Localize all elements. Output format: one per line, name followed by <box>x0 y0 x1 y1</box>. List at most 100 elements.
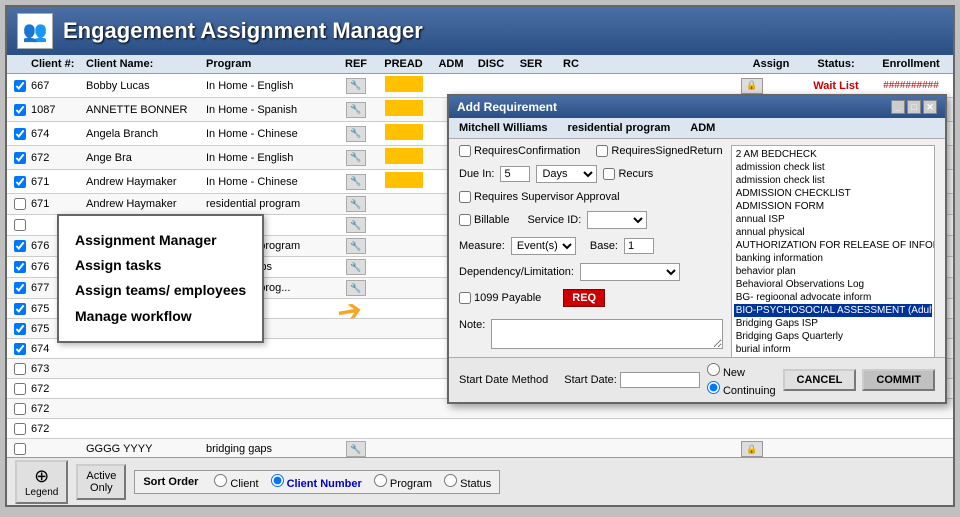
row-checkbox-cell[interactable] <box>9 383 31 395</box>
row-checkbox[interactable] <box>14 240 26 252</box>
sort-client-num-radio[interactable] <box>271 474 284 487</box>
requirement-list-item[interactable]: annual ISP <box>734 213 932 226</box>
row-checkbox[interactable] <box>14 443 26 455</box>
dialog-minimize-btn[interactable]: _ <box>891 100 905 114</box>
payable-label[interactable]: 1099 Payable <box>459 292 541 304</box>
start-date-input[interactable] <box>620 372 700 388</box>
service-id-select[interactable] <box>587 211 647 229</box>
requirement-list-item[interactable]: burial inform <box>734 343 932 356</box>
row-checkbox-cell[interactable] <box>9 303 31 315</box>
requirement-list-item[interactable]: Bridging Gaps ISP <box>734 317 932 330</box>
sort-status-label[interactable]: Status <box>444 474 491 490</box>
requirement-list-item[interactable]: 2 AM BEDCHECK <box>734 148 932 161</box>
measure-select[interactable]: Event(s) Hours <box>511 237 576 255</box>
requirement-list-item[interactable]: BG- regioonal advocate inform <box>734 291 932 304</box>
row-checkbox[interactable] <box>14 104 26 116</box>
row-checkbox[interactable] <box>14 128 26 140</box>
requires-confirmation-checkbox[interactable] <box>459 145 471 157</box>
requirement-list-item[interactable]: AUTHORIZATION FOR RELEASE OF INFORMATION <box>734 239 932 252</box>
sort-client-radio[interactable] <box>214 474 227 487</box>
sort-program-radio[interactable] <box>374 474 387 487</box>
row-checkbox[interactable] <box>14 323 26 335</box>
recurs-checkbox[interactable] <box>603 168 615 180</box>
requirement-list-item[interactable]: admission check list <box>734 161 932 174</box>
row-checkbox-cell[interactable] <box>9 403 31 415</box>
sort-client-num-label[interactable]: Client Number <box>271 474 362 490</box>
cell-assign[interactable]: 🔒 <box>741 78 801 94</box>
row-checkbox[interactable] <box>14 303 26 315</box>
requirement-list-item[interactable]: admission check list <box>734 174 932 187</box>
dialog-left-panel: RequiresConfirmation RequiresSignedRetur… <box>459 145 723 369</box>
dialog-close-btn[interactable]: ✕ <box>923 100 937 114</box>
due-in-input[interactable] <box>500 166 530 182</box>
days-select[interactable]: Days Weeks Months <box>536 165 597 183</box>
dependency-select[interactable] <box>580 263 680 281</box>
sort-status-radio[interactable] <box>444 474 457 487</box>
billable-label[interactable]: Billable <box>459 214 509 226</box>
recurs-label[interactable]: Recurs <box>603 168 653 180</box>
new-radio-label[interactable]: New <box>707 363 776 379</box>
requirement-list-item[interactable]: BIO-PSYCHOSOCIAL ASSESSMENT (Adult) <box>734 304 932 317</box>
row-checkbox[interactable] <box>14 423 26 435</box>
continuing-radio-label[interactable]: Continuing <box>707 381 776 397</box>
requirement-list-item[interactable]: annual physical <box>734 226 932 239</box>
row-checkbox-cell[interactable] <box>9 363 31 375</box>
continuing-radio[interactable] <box>707 381 720 394</box>
row-checkbox-cell[interactable] <box>9 240 31 252</box>
assign-button[interactable]: 🔒 <box>741 78 763 94</box>
billable-checkbox[interactable] <box>459 214 471 226</box>
payable-checkbox[interactable] <box>459 292 471 304</box>
row-checkbox-cell[interactable] <box>9 323 31 335</box>
row-checkbox-cell[interactable] <box>9 104 31 116</box>
assign-button[interactable]: 🔒 <box>741 441 763 457</box>
cancel-button[interactable]: CANCEL <box>783 369 857 391</box>
row-checkbox-cell[interactable] <box>9 261 31 273</box>
row-checkbox[interactable] <box>14 261 26 273</box>
requirement-list-item[interactable]: Bridging Gaps Quarterly <box>734 330 932 343</box>
row-checkbox[interactable] <box>14 343 26 355</box>
row-checkbox[interactable] <box>14 80 26 92</box>
legend-button[interactable]: ⊕ Legend <box>15 460 68 504</box>
requirement-list-item[interactable]: banking information <box>734 252 932 265</box>
row-checkbox-cell[interactable] <box>9 219 31 231</box>
note-textarea[interactable] <box>491 319 722 349</box>
row-checkbox-cell[interactable] <box>9 423 31 435</box>
row-checkbox-cell[interactable] <box>9 282 31 294</box>
sort-program-label[interactable]: Program <box>374 474 432 490</box>
req-button[interactable]: REQ <box>563 289 605 307</box>
requires-confirmation-label[interactable]: RequiresConfirmation <box>459 145 580 157</box>
row-checkbox[interactable] <box>14 363 26 375</box>
requires-signed-checkbox[interactable] <box>596 145 608 157</box>
requirement-list-item[interactable]: ADMISSION FORM <box>734 200 932 213</box>
new-radio[interactable] <box>707 363 720 376</box>
row-checkbox[interactable] <box>14 219 26 231</box>
dialog-maximize-btn[interactable]: □ <box>907 100 921 114</box>
supervisor-checkbox[interactable] <box>459 191 471 203</box>
row-checkbox[interactable] <box>14 152 26 164</box>
requirement-list[interactable]: 2 AM BEDCHECKadmission check listadmissi… <box>731 145 935 369</box>
sort-client-label[interactable]: Client <box>214 474 258 490</box>
requirement-list-item[interactable]: behavior plan <box>734 265 932 278</box>
requires-signed-label[interactable]: RequiresSignedReturn <box>596 145 722 157</box>
requirement-list-item[interactable]: Behavioral Observations Log <box>734 278 932 291</box>
requirement-list-item[interactable]: ADMISSION CHECKLIST <box>734 187 932 200</box>
row-checkbox-cell[interactable] <box>9 443 31 455</box>
row-checkbox[interactable] <box>14 198 26 210</box>
row-checkbox-cell[interactable] <box>9 198 31 210</box>
row-checkbox[interactable] <box>14 403 26 415</box>
table-row[interactable]: GGGG YYYY bridging gaps 🔧 🔒 <box>7 439 953 457</box>
row-checkbox[interactable] <box>14 383 26 395</box>
row-checkbox-cell[interactable] <box>9 176 31 188</box>
row-checkbox-cell[interactable] <box>9 343 31 355</box>
row-checkbox-cell[interactable] <box>9 80 31 92</box>
base-input[interactable] <box>624 238 654 254</box>
commit-button[interactable]: COMMIT <box>862 369 935 391</box>
supervisor-label[interactable]: Requires Supervisor Approval <box>459 191 620 203</box>
cell-assign[interactable]: 🔒 <box>741 441 801 457</box>
row-checkbox-cell[interactable] <box>9 152 31 164</box>
row-checkbox[interactable] <box>14 176 26 188</box>
active-only-button[interactable]: ActiveOnly <box>76 464 126 500</box>
row-checkbox[interactable] <box>14 282 26 294</box>
row-checkbox-cell[interactable] <box>9 128 31 140</box>
table-row[interactable]: 672 <box>7 419 953 439</box>
